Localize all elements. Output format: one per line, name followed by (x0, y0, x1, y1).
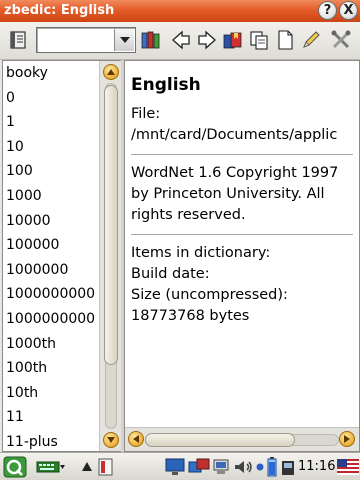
dictionary-title: English (131, 75, 201, 95)
keyboard-icon[interactable] (36, 457, 66, 477)
word-list-panel: booky 0 1 10 100 1000 10000 100000 10000… (2, 60, 121, 452)
list-item[interactable]: 10000 (3, 209, 99, 234)
list-item[interactable]: 11-plus (3, 430, 99, 451)
copyright-line: WordNet 1.6 Copyright 1997 (131, 165, 339, 181)
edit-icon[interactable] (300, 29, 322, 51)
file-path: /mnt/card/Documents/applic (131, 127, 338, 143)
copyright-line: rights reserved. (131, 207, 246, 223)
list-item[interactable]: 1000000 (3, 258, 99, 283)
monitor-icon[interactable] (164, 457, 186, 477)
app-icon[interactable] (96, 457, 116, 477)
books-icon[interactable] (140, 29, 162, 51)
opie-start-icon[interactable] (2, 456, 28, 478)
scroll-thumb[interactable] (145, 433, 295, 447)
computer-icon[interactable] (212, 457, 232, 477)
word-list-scrollbar[interactable] (99, 61, 121, 451)
size-label: Size (uncompressed): (131, 287, 288, 303)
list-item[interactable]: 11 (3, 405, 99, 430)
list-item[interactable]: 1 (3, 110, 99, 135)
forward-arrow-icon[interactable] (196, 29, 218, 51)
clock[interactable]: 11:16 (298, 459, 335, 474)
list-item[interactable]: 1000 (3, 184, 99, 209)
scroll-left-arrow-icon[interactable] (128, 431, 144, 447)
list-item[interactable]: 10th (3, 381, 99, 406)
wireless-icon[interactable] (280, 457, 296, 477)
scroll-right-arrow-icon[interactable] (339, 431, 355, 447)
dropdown-icon[interactable] (114, 29, 134, 51)
divider (131, 234, 353, 235)
list-item[interactable]: 0 (3, 86, 99, 111)
close-button[interactable]: X (339, 1, 358, 20)
list-item[interactable]: 100 (3, 159, 99, 184)
word-list[interactable]: booky 0 1 10 100 1000 10000 100000 10000… (3, 61, 99, 451)
info-panel: English File: /mnt/card/Documents/applic… (124, 60, 360, 452)
title-bar: zbedic: English ? X (0, 0, 360, 22)
tools-icon[interactable] (330, 29, 352, 51)
up-arrow-icon[interactable] (80, 457, 94, 477)
back-arrow-icon[interactable] (170, 29, 192, 51)
info-content: English File: /mnt/card/Documents/applic… (125, 61, 359, 427)
scroll-down-arrow-icon[interactable] (103, 432, 119, 448)
search-combo[interactable] (36, 27, 136, 53)
build-date-label: Build date: (131, 266, 210, 282)
scroll-up-arrow-icon[interactable] (103, 64, 119, 80)
divider (131, 154, 353, 155)
list-item[interactable]: booky (3, 61, 99, 86)
window-title: zbedic: English (4, 3, 115, 18)
flag-icon[interactable] (337, 457, 359, 477)
audio-icon[interactable] (233, 457, 255, 477)
list-item[interactable]: 1000th (3, 332, 99, 357)
list-item[interactable]: 1000000000 (3, 282, 99, 307)
copyright-line: by Princeton University. All (131, 186, 325, 202)
items-label: Items in dictionary: (131, 245, 271, 261)
taskbar: 11:16 (0, 452, 360, 480)
new-document-icon[interactable] (274, 29, 296, 51)
help-button[interactable]: ? (318, 1, 337, 20)
copy-icon[interactable] (248, 29, 270, 51)
file-label: File: (131, 106, 161, 122)
bookmarks-icon[interactable] (222, 29, 244, 51)
list-item[interactable]: 100000 (3, 233, 99, 258)
scroll-thumb[interactable] (104, 85, 118, 365)
status-dot-icon (255, 457, 265, 477)
size-value: 18773768 bytes (131, 308, 250, 324)
battery-icon[interactable] (266, 457, 278, 477)
toolbar (0, 22, 360, 60)
list-item[interactable]: 10 (3, 135, 99, 160)
list-item[interactable]: 100th (3, 356, 99, 381)
network-icon[interactable] (188, 457, 210, 477)
info-horizontal-scrollbar[interactable] (125, 427, 359, 451)
list-item[interactable]: 1000000000 (3, 307, 99, 332)
dictionary-icon[interactable] (8, 29, 30, 51)
